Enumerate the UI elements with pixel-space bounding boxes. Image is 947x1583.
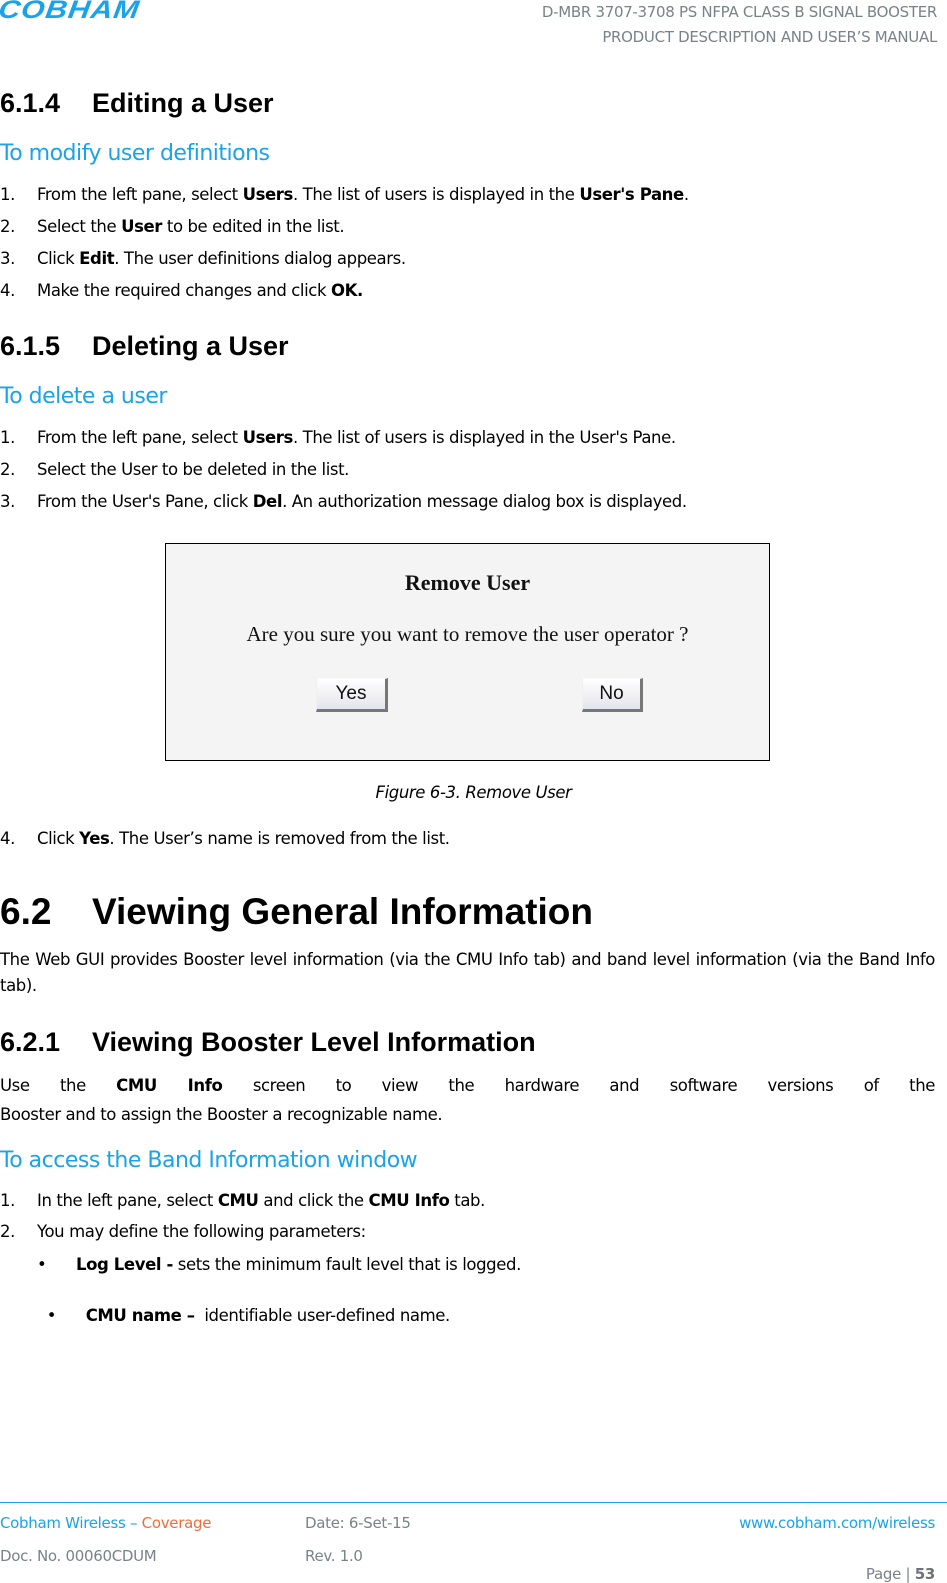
- heading-title: Deleting a User: [92, 331, 289, 361]
- heading-number: 6.2: [0, 891, 52, 932]
- step-bold: Yes: [79, 829, 110, 848]
- heading-6-2: 6.2 Viewing General Information: [0, 891, 593, 933]
- step-number: 2.: [0, 460, 15, 479]
- heading-number: 6.1.4: [0, 88, 61, 118]
- bullet-text: sets the minimum fault level that is log…: [172, 1255, 522, 1274]
- procedure-title: To access the Band Information window: [0, 1148, 418, 1173]
- heading-title: Viewing General Information: [92, 891, 593, 932]
- step-text: From the left pane, select: [37, 428, 243, 447]
- page-label: Page |: [865, 1565, 915, 1583]
- step-text: Click: [37, 249, 80, 268]
- footer-divider: [0, 1502, 947, 1503]
- step-item: 2. Select the User to be edited in the li…: [0, 217, 345, 236]
- step-item: 2. You may define the following parameter…: [0, 1222, 366, 1241]
- step-text: You may define the following parameters:: [37, 1222, 366, 1241]
- step-number: 1.: [0, 1191, 15, 1210]
- step-text: to be edited in the list.: [162, 217, 345, 236]
- company-name: Cobham Wireless –: [0, 1514, 142, 1532]
- heading-6-1-4: 6.1.4 Editing a User: [0, 88, 274, 119]
- step-number: 3.: [0, 249, 15, 268]
- step-text: . An authorization message dialog box is…: [282, 492, 687, 511]
- step-bold: User's Pane: [579, 185, 684, 204]
- intro-text: screen to view the hardware and software…: [222, 1076, 936, 1095]
- footer-website-link[interactable]: www.cobham.com/wireless: [739, 1514, 935, 1532]
- footer-doc-number: Doc. No. 00060CDUM: [0, 1547, 157, 1565]
- heading-title: Viewing Booster Level Information: [92, 1027, 536, 1057]
- step-text: Click: [37, 829, 80, 848]
- document-title-line2: PRODUCT DESCRIPTION AND USER’S MANUAL: [602, 28, 937, 46]
- heading-6-2-1: 6.2.1 Viewing Booster Level Information: [0, 1027, 536, 1058]
- bullet-icon: •: [37, 1255, 47, 1274]
- step-item: 4. Make the required changes and click OK…: [0, 281, 363, 300]
- footer-revision: Rev. 1.0: [305, 1547, 363, 1565]
- section-intro-line2: Booster and to assign the Booster a reco…: [0, 1105, 443, 1124]
- dialog-title: Remove User: [404, 570, 531, 595]
- step-item: 2. Select the User to be deleted in the l…: [0, 460, 349, 479]
- step-text: Make the required changes and click: [37, 281, 331, 300]
- procedure-title: To modify user definitions: [0, 141, 270, 166]
- step-bold: CMU Info: [368, 1191, 450, 1210]
- step-number: 2.: [0, 1222, 15, 1241]
- document-title: D-MBR 3707-3708 PS NFPA CLASS B SIGNAL B…: [542, 0, 937, 50]
- step-bold: Users: [242, 185, 294, 204]
- step-bold: OK.: [330, 281, 363, 300]
- document-title-line1: D-MBR 3707-3708 PS NFPA CLASS B SIGNAL B…: [541, 3, 937, 21]
- step-number: 1.: [0, 185, 15, 204]
- step-text: . The User’s name is removed from the li…: [109, 829, 450, 848]
- step-bold: CMU: [217, 1191, 259, 1210]
- step-number: 4.: [0, 829, 15, 848]
- procedure-title: To delete a user: [0, 384, 167, 409]
- division-name: Coverage: [141, 1514, 212, 1532]
- step-text: Select the User to be deleted in the lis…: [37, 460, 349, 479]
- step-item: 4. Click Yes. The User’s name is removed …: [0, 829, 450, 848]
- remove-user-dialog-figure: Remove User Are you sure you want to rem…: [165, 543, 770, 761]
- step-item: 3. From the User's Pane, click Del. An au…: [0, 492, 687, 511]
- step-text: . The list of users is displayed in the: [292, 185, 580, 204]
- intro-bold: CMU Info: [116, 1076, 223, 1095]
- intro-text: Use the: [0, 1076, 117, 1095]
- step-bold: User: [121, 217, 163, 236]
- step-text: In the left pane, select: [37, 1191, 218, 1210]
- step-text: tab.: [449, 1191, 485, 1210]
- bullet-bold: CMU name –: [85, 1306, 195, 1325]
- step-bold: Users: [242, 428, 294, 447]
- step-bold: Edit: [79, 249, 115, 268]
- heading-6-1-5: 6.1.5 Deleting a User: [0, 331, 289, 362]
- step-item: 1. From the left pane, select Users. The …: [0, 185, 689, 204]
- footer-company: Cobham Wireless – Coverage: [0, 1514, 211, 1532]
- step-text: . The list of users is displayed in the …: [292, 428, 676, 447]
- bullet-bold: Log Level -: [76, 1255, 173, 1274]
- step-number: 1.: [0, 428, 15, 447]
- section-intro: The Web GUI provides Booster level infor…: [0, 950, 935, 995]
- yes-button[interactable]: Yes: [316, 678, 388, 712]
- heading-number: 6.2.1: [0, 1027, 61, 1057]
- bullet-icon: •: [46, 1306, 57, 1325]
- step-item: 3. Click Edit. The user definitions dialo…: [0, 249, 406, 268]
- step-item: 1. From the left pane, select Users. The …: [0, 428, 676, 447]
- bullet-text: identifiable user-defined name.: [194, 1306, 450, 1325]
- step-number: 2.: [0, 217, 15, 236]
- heading-title: Editing a User: [92, 88, 274, 118]
- bullet-item: • CMU name – identifiable user-defined na…: [0, 1287, 451, 1325]
- step-bold: Del: [252, 492, 283, 511]
- cobham-logo: COBHAM: [0, 0, 142, 24]
- figure-caption: Figure 6-3. Remove User: [375, 783, 572, 802]
- step-number: 4.: [0, 281, 15, 300]
- bullet-item: • Log Level - sets the minimum fault leve…: [0, 1255, 521, 1274]
- no-button[interactable]: No: [582, 678, 643, 712]
- step-text: From the User's Pane, click: [37, 492, 253, 511]
- step-text: From the left pane, select: [37, 185, 243, 204]
- section-intro-line1: Use the CMU Info screen to view the hard…: [0, 1073, 935, 1099]
- step-item: 1. In the left pane, select CMU and click…: [0, 1191, 485, 1210]
- step-text: .: [683, 185, 689, 204]
- page-number: 53: [914, 1565, 936, 1583]
- step-text: . The user definitions dialog appears.: [114, 249, 406, 268]
- footer-page: Page | 53: [857, 1547, 935, 1583]
- step-text: and click the: [258, 1191, 369, 1210]
- footer-date: Date: 6-Set-15: [305, 1514, 411, 1532]
- dialog-message: Are you sure you want to remove the user…: [246, 622, 689, 646]
- step-number: 3.: [0, 492, 15, 511]
- heading-number: 6.1.5: [0, 331, 61, 361]
- step-text: Select the: [37, 217, 122, 236]
